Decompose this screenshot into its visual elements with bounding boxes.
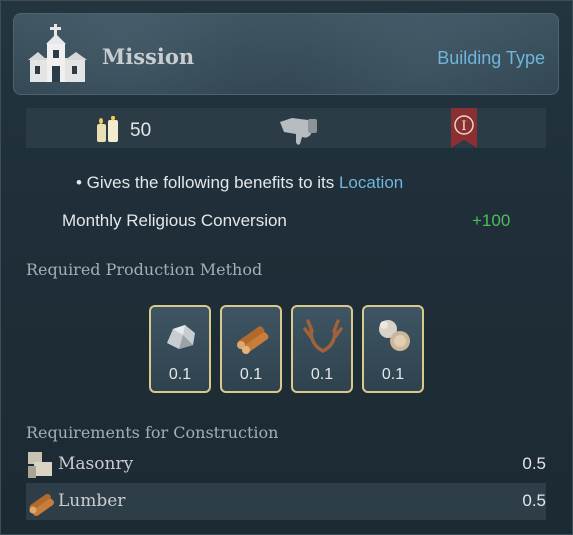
good-value: 0.1 [168, 366, 192, 383]
thumbs-down-icon[interactable] [278, 112, 320, 146]
building-title: Mission [102, 44, 195, 69]
requirement-row: Lumber 0.5 [26, 483, 546, 520]
rank-badge-icon: I [451, 108, 477, 148]
church-icon [28, 24, 87, 82]
stat-bar: 50 I [26, 108, 546, 148]
masonry-icon [28, 452, 52, 478]
stone-icon [167, 325, 195, 349]
candles-icon [97, 116, 118, 142]
requirement-name: Masonry [58, 454, 134, 474]
modifier-label: Monthly Religious Conversion [62, 211, 287, 230]
good-value: 0.1 [381, 366, 405, 383]
good-antlers[interactable]: 0.1 [291, 305, 353, 393]
rank-badge-text: I [461, 119, 466, 134]
requirement-row: Masonry 0.5 [26, 446, 546, 483]
requirement-amount: 0.5 [522, 491, 546, 510]
production-heading: Required Production Method [26, 260, 263, 279]
requirement-amount: 0.5 [522, 454, 546, 473]
cost-value: 50 [130, 120, 152, 141]
good-value: 0.1 [310, 366, 334, 383]
good-value: 0.1 [239, 366, 263, 383]
modifier-value: +100 [472, 211, 511, 230]
tooltip-panel: Mission Building Type 50 I • Gives the f… [0, 0, 573, 535]
antlers-icon [303, 319, 343, 353]
lumber-icon [29, 493, 54, 516]
tooltip-header: Mission Building Type [13, 13, 559, 95]
location-link[interactable]: Location [339, 173, 403, 192]
wool-icon [379, 320, 410, 351]
building-type-link[interactable]: Building Type [437, 48, 545, 69]
requirement-name: Lumber [58, 491, 126, 511]
lumber-icon [237, 326, 269, 354]
good-wool[interactable]: 0.1 [362, 305, 424, 393]
good-lumber[interactable]: 0.1 [220, 305, 282, 393]
good-stone[interactable]: 0.1 [149, 305, 211, 393]
construction-heading: Requirements for Construction [26, 423, 279, 442]
benefits-line: • Gives the following benefits to its Lo… [76, 173, 403, 193]
benefits-text: • Gives the following benefits to its [76, 173, 339, 192]
